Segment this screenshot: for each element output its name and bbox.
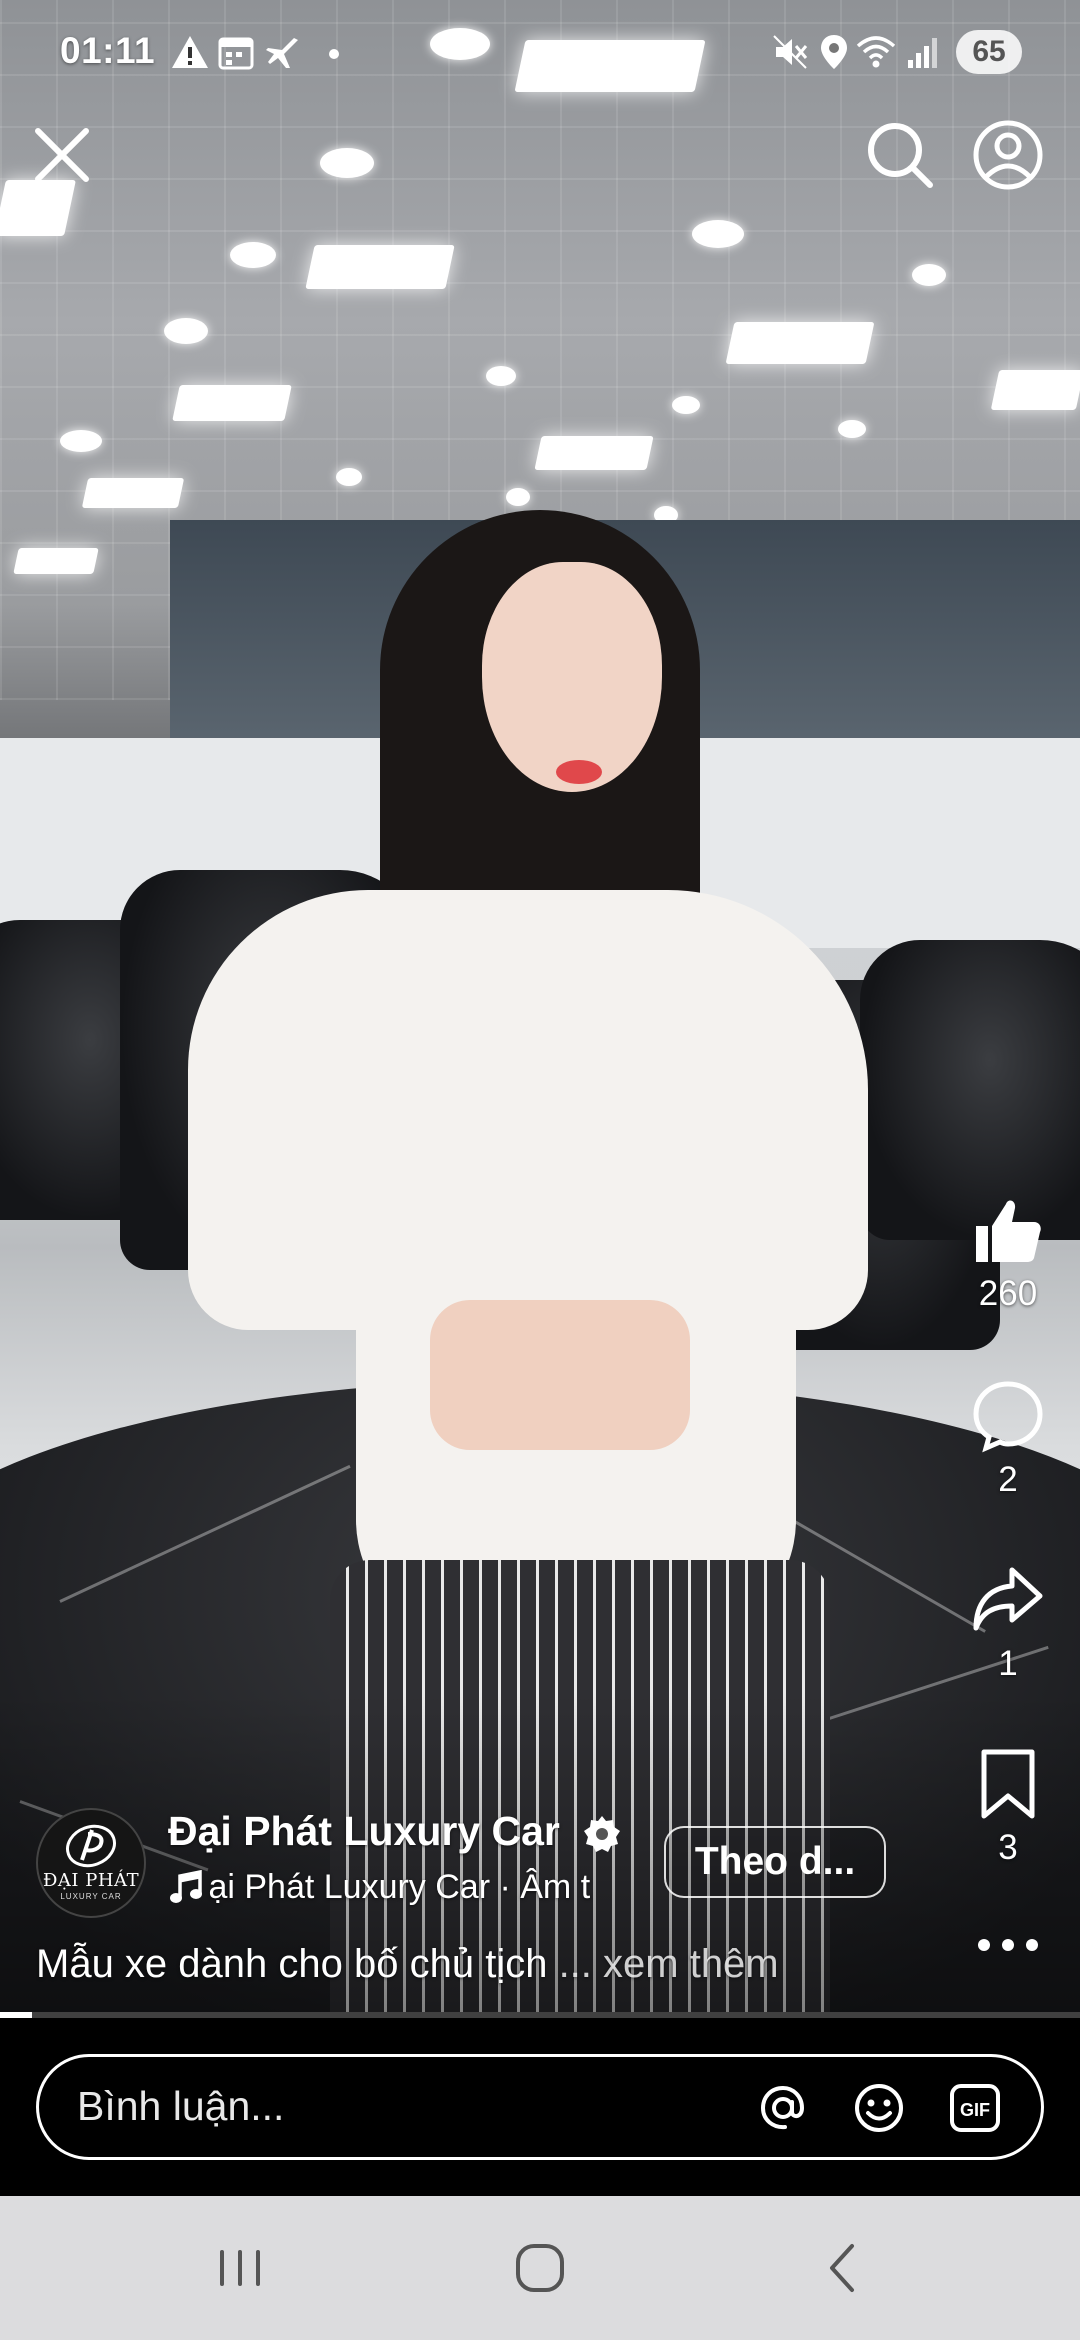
battery-indicator: 65 bbox=[956, 30, 1022, 74]
audio-attribution[interactable]: ại Phát Luxury Car · Âm t bbox=[168, 1868, 608, 1912]
svg-text:GIF: GIF bbox=[960, 2100, 990, 2120]
ceiling-light bbox=[81, 478, 185, 508]
ceiling-spotlight bbox=[486, 366, 516, 386]
profile-icon[interactable] bbox=[968, 115, 1048, 195]
mention-icon[interactable] bbox=[755, 2080, 811, 2136]
brand-logo-text: ĐẠI PHÁT bbox=[42, 1870, 140, 1891]
like-button[interactable]: 260 bbox=[960, 1192, 1056, 1314]
comment-count: 2 bbox=[998, 1460, 1018, 1499]
ceiling-light bbox=[13, 548, 99, 574]
person-lips bbox=[556, 760, 602, 784]
person-hands bbox=[430, 1300, 690, 1450]
bookmark-icon bbox=[981, 1749, 1035, 1819]
save-button[interactable]: 3 bbox=[960, 1746, 1056, 1868]
save-count: 3 bbox=[998, 1828, 1018, 1867]
ceiling-spotlight bbox=[838, 420, 866, 438]
signal-icon bbox=[908, 38, 937, 68]
ceiling-spotlight bbox=[336, 468, 362, 486]
recent-apps-icon[interactable] bbox=[204, 2232, 276, 2304]
share-count: 1 bbox=[998, 1644, 1018, 1683]
brand-logo-icon bbox=[66, 1824, 116, 1868]
thumbs-up-icon bbox=[976, 1200, 1041, 1262]
plane-notification-icon bbox=[266, 38, 298, 68]
like-count: 260 bbox=[978, 1274, 1038, 1313]
comment-bar: Bình luận... GIF bbox=[0, 2018, 1080, 2196]
brand-logo-subtext: LUXURY CAR bbox=[60, 1892, 122, 1901]
video-player[interactable] bbox=[0, 0, 1080, 2012]
ceiling-light bbox=[725, 322, 875, 364]
comment-bubble-icon bbox=[973, 1381, 1043, 1453]
wifi-icon bbox=[856, 36, 896, 68]
audio-label: ại Phát Luxury Car · Âm t bbox=[208, 1868, 591, 1906]
share-arrow-icon bbox=[973, 1567, 1043, 1631]
ceiling-light bbox=[534, 436, 654, 470]
author-avatar[interactable]: ĐẠI PHÁT LUXURY CAR bbox=[36, 1808, 146, 1918]
ceiling-spotlight bbox=[506, 488, 530, 506]
comment-placeholder: Bình luận... bbox=[77, 2083, 285, 2129]
share-button[interactable]: 1 bbox=[960, 1562, 1056, 1684]
status-time: 01:11 bbox=[60, 30, 156, 71]
system-navigation-bar bbox=[0, 2196, 1080, 2340]
comment-button[interactable]: 2 bbox=[960, 1378, 1056, 1500]
music-note-icon bbox=[170, 1869, 202, 1903]
verified-badge-icon bbox=[584, 1816, 620, 1852]
follow-button[interactable]: Theo d... bbox=[664, 1826, 886, 1898]
back-icon[interactable] bbox=[808, 2232, 880, 2304]
comment-input[interactable]: Bình luận... GIF bbox=[36, 2054, 1044, 2160]
close-icon[interactable] bbox=[22, 115, 102, 195]
see-more-link[interactable]: ... xem thêm bbox=[547, 1942, 779, 1986]
home-icon[interactable] bbox=[504, 2232, 576, 2304]
warning-icon bbox=[172, 36, 208, 68]
ceiling-spotlight bbox=[164, 318, 208, 344]
ceiling-spotlight bbox=[230, 242, 276, 268]
ceiling-spotlight bbox=[692, 220, 744, 248]
ceiling-light bbox=[172, 385, 292, 421]
more-options-icon[interactable] bbox=[972, 1930, 1044, 1960]
dot-icon bbox=[329, 49, 339, 59]
ceiling-spotlight bbox=[60, 430, 102, 452]
gif-icon[interactable]: GIF bbox=[947, 2080, 1003, 2136]
person-blouse bbox=[188, 890, 868, 1330]
ceiling-spotlight bbox=[320, 148, 374, 178]
location-icon bbox=[821, 35, 847, 69]
author-name[interactable]: Đại Phát Luxury Car bbox=[168, 1808, 560, 1855]
post-caption[interactable]: Mẫu xe dành cho bố chủ tịch ... xem thêm bbox=[36, 1942, 779, 1987]
calendar-icon bbox=[218, 37, 254, 70]
ceiling-light bbox=[305, 245, 455, 289]
caption-text: Mẫu xe dành cho bố chủ tịch bbox=[36, 1942, 548, 1986]
emoji-icon[interactable] bbox=[851, 2080, 907, 2136]
ceiling-light bbox=[990, 370, 1080, 410]
ceiling-spotlight bbox=[672, 396, 700, 414]
status-bar: 01:11 65 bbox=[0, 0, 1080, 80]
search-icon[interactable] bbox=[860, 115, 940, 195]
person-face bbox=[482, 562, 662, 792]
ceiling-spotlight bbox=[912, 264, 946, 286]
mute-icon bbox=[773, 35, 808, 69]
